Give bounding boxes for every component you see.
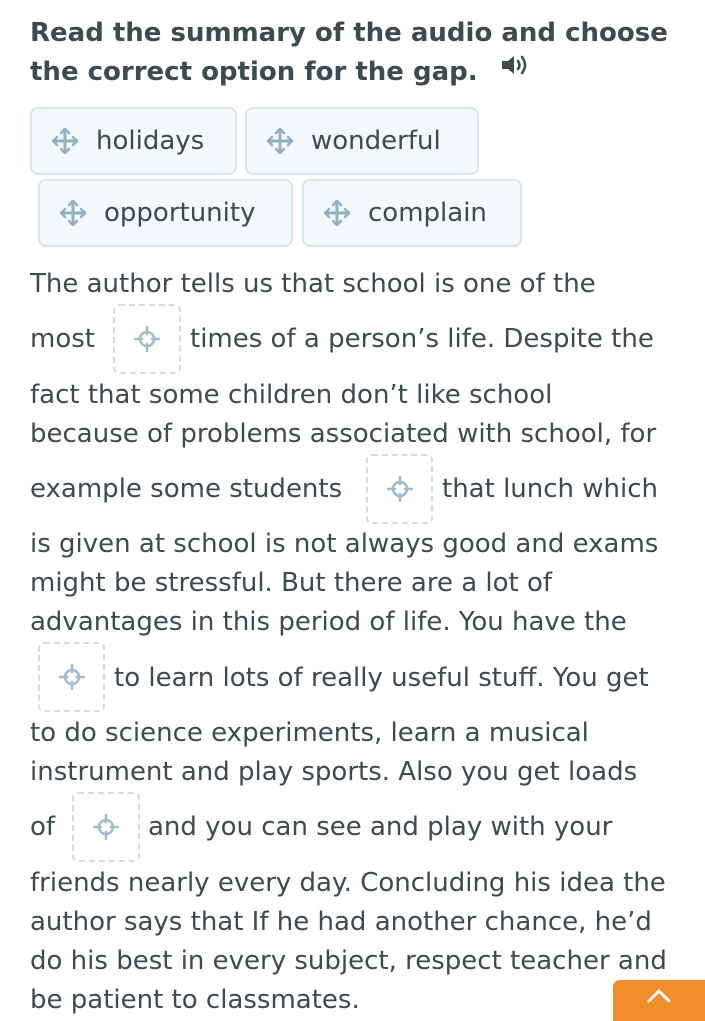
option-chip-holidays[interactable]: holidays: [30, 107, 237, 175]
drop-gap-2[interactable]: [366, 454, 433, 524]
passage-line: because of problems associated with scho…: [30, 419, 657, 449]
passage-line: times of a person’s life. Despite the: [190, 324, 654, 354]
passage-line: be patient to classmates.: [30, 985, 360, 1015]
speaker-icon[interactable]: [500, 50, 530, 89]
drop-gap-3[interactable]: [38, 642, 105, 712]
option-label: wonderful: [311, 126, 441, 156]
option-chip-opportunity[interactable]: opportunity: [38, 179, 293, 247]
drop-gap-4[interactable]: [72, 792, 140, 862]
passage-line: of: [30, 812, 56, 842]
chevron-up-icon: [647, 989, 671, 1003]
move-arrows-icon: [267, 128, 293, 154]
target-icon: [93, 814, 119, 840]
passage-line: do his best in every subject, respect te…: [30, 946, 667, 976]
passage-line: author says that If he had another chanc…: [30, 907, 652, 937]
passage-line: friends nearly every day. Concluding his…: [30, 868, 666, 898]
move-arrows-icon: [60, 200, 86, 226]
instruction-line-1: Read the summary of the audio and choose: [30, 18, 668, 48]
passage-line: to learn lots of really useful stuff. Yo…: [114, 663, 649, 693]
passage-line: example some students: [30, 474, 343, 504]
instruction-line-2: the correct option for the gap.: [30, 53, 690, 92]
move-arrows-icon: [52, 128, 78, 154]
scroll-to-top-button[interactable]: [613, 980, 705, 1021]
option-label: opportunity: [104, 198, 256, 228]
passage-line: and you can see and play with your: [148, 812, 613, 842]
target-icon: [386, 476, 413, 502]
passage-line: The author tells us that school is one o…: [30, 269, 596, 299]
passage-line: fact that some children don’t like schoo…: [30, 380, 553, 410]
option-chip-complain[interactable]: complain: [302, 179, 522, 247]
target-icon: [58, 664, 85, 690]
passage-line: to do science experiments, learn a music…: [30, 718, 589, 748]
move-arrows-icon: [324, 200, 350, 226]
passage-line: might be stressful. But there are a lot …: [30, 568, 553, 598]
target-icon: [134, 326, 160, 352]
option-chip-wonderful[interactable]: wonderful: [245, 107, 479, 175]
option-label: holidays: [96, 126, 205, 156]
drop-gap-1[interactable]: [113, 304, 181, 374]
passage-line: instrument and play sports. Also you get…: [30, 757, 638, 787]
passage-line: that lunch which: [442, 474, 659, 504]
passage-line: most: [30, 324, 95, 354]
instruction-text: Read the summary of the audio and choose…: [30, 14, 690, 92]
passage-line: is given at school is not always good an…: [30, 529, 659, 559]
passage-line: advantages in this period of life. You h…: [30, 607, 627, 637]
option-label: complain: [368, 198, 487, 228]
